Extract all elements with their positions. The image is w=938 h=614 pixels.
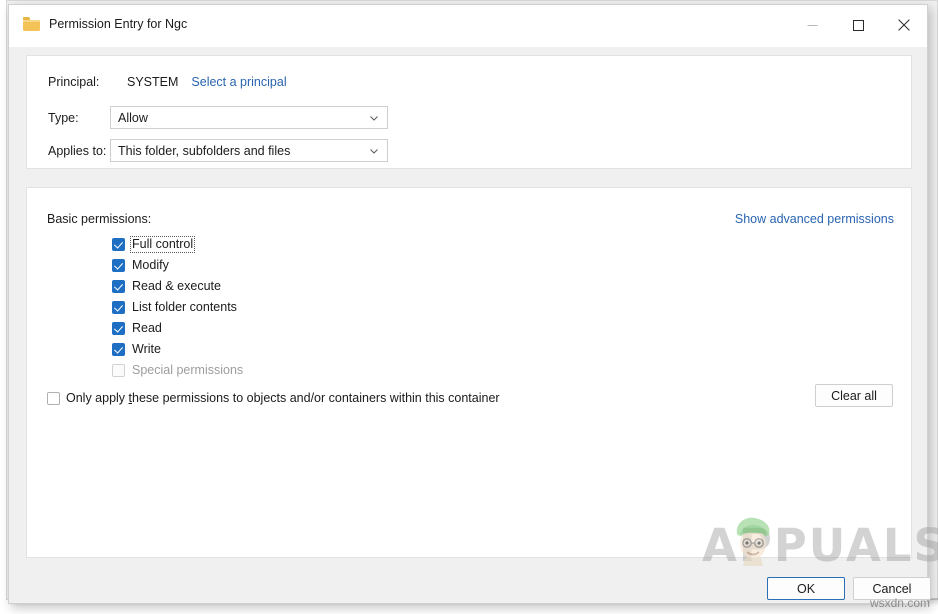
select-a-principal-link[interactable]: Select a principal [191,75,286,89]
type-label: Type: [48,110,79,125]
permission-checkbox[interactable] [112,301,125,314]
minimize-icon [807,24,817,26]
window-title: Permission Entry for Ngc [49,17,188,31]
permission-label: Modify [132,258,169,272]
permission-label: Special permissions [132,363,244,377]
permission-row: Special permissions [112,360,244,381]
window-controls [789,5,927,45]
close-button[interactable] [881,5,927,45]
type-dropdown[interactable]: Allow [110,106,388,129]
permission-label: List folder contents [132,300,237,314]
permission-row[interactable]: Read [112,318,244,339]
permission-checkbox[interactable] [112,280,125,293]
principal-label: Principal: [48,75,100,89]
permission-label: Write [132,342,161,356]
close-icon [898,19,910,31]
type-row: Type: Allow [48,106,388,129]
clear-all-button[interactable]: Clear all [815,384,893,407]
permission-label: Full control [129,236,196,253]
permission-checkbox[interactable] [112,238,125,251]
basic-permissions-label: Basic permissions: [47,212,152,226]
permission-label: Read & execute [132,279,221,293]
permission-checkbox[interactable] [112,343,125,356]
cancel-button[interactable]: Cancel [853,577,931,600]
principal-value: SYSTEM [127,75,179,89]
chevron-down-icon [370,148,378,154]
minimize-button[interactable] [789,5,835,45]
basic-permissions-group: Basic permissions: Show advanced permiss… [26,187,912,558]
maximize-button[interactable] [835,5,881,45]
only-apply-label: Only apply these permissions to objects … [66,391,500,405]
applies-to-dropdown-value: This folder, subfolders and files [118,143,291,158]
permission-label: Read [132,321,162,335]
applies-to-dropdown[interactable]: This folder, subfolders and files [110,139,388,162]
applies-to-row: Applies to: This folder, subfolders and … [48,139,388,162]
permission-checkbox [112,364,125,377]
permission-row[interactable]: List folder contents [112,297,244,318]
permission-checkbox[interactable] [112,259,125,272]
permission-row[interactable]: Full control [112,234,244,255]
principal-group: Principal: SYSTEM Select a principal Typ… [26,55,912,169]
only-apply-checkbox[interactable] [47,391,60,405]
permission-checkbox[interactable] [112,322,125,335]
permission-row[interactable]: Read & execute [112,276,244,297]
applies-to-label: Applies to: [48,143,107,158]
only-apply-checkbox-row[interactable]: Only apply these permissions to objects … [47,391,500,405]
show-advanced-permissions-link[interactable]: Show advanced permissions [735,212,894,226]
chevron-down-icon [370,115,378,121]
title-bar: Permission Entry for Ngc [9,5,927,47]
permission-row[interactable]: Modify [112,255,244,276]
ok-button[interactable]: OK [767,577,845,600]
folder-icon [23,17,40,31]
principal-row: Principal: SYSTEM Select a principal [48,75,287,89]
permission-entry-dialog: Permission Entry for Ngc Principal: SYST… [8,4,938,604]
maximize-icon [852,19,864,31]
title-bar-left: Permission Entry for Ngc [23,17,187,31]
permissions-list: Full control Modify Read & execute List fol… [112,234,244,381]
desktop-background: Permissions entries below are inherited … [0,0,938,614]
type-dropdown-value: Allow [118,110,148,125]
permission-row[interactable]: Write [112,339,244,360]
